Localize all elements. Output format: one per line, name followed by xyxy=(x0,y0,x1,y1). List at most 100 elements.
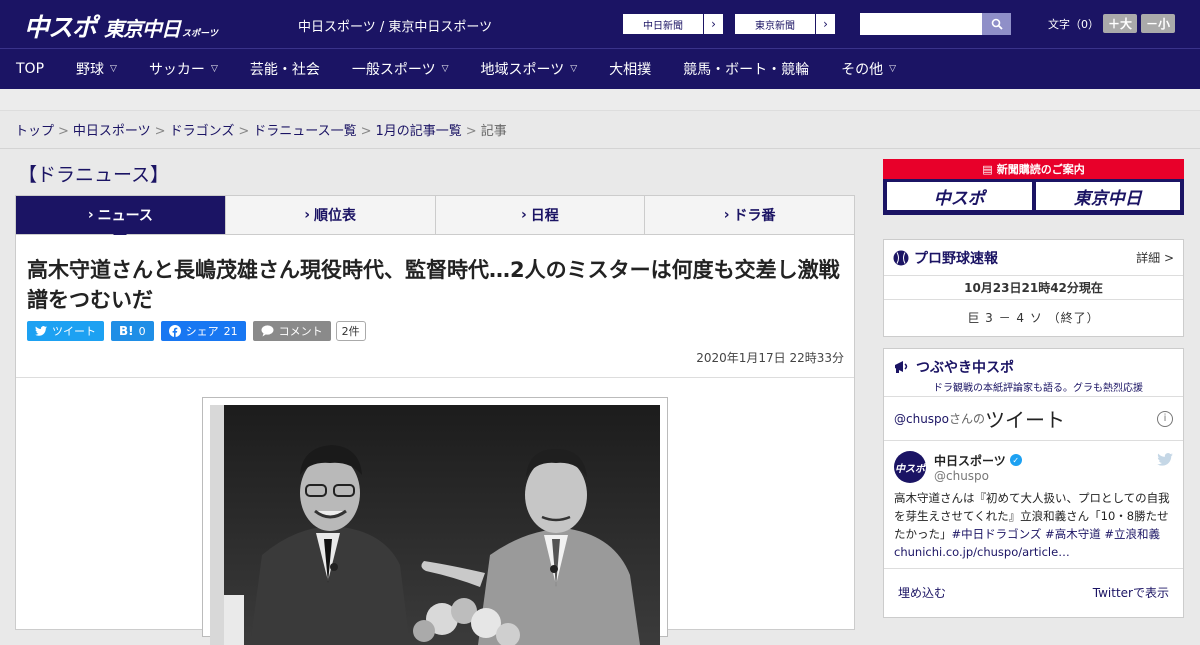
tab-label: 順位表 xyxy=(314,208,357,224)
chevron-right-icon: › xyxy=(87,207,94,223)
embed-link[interactable]: 埋め込む xyxy=(898,584,946,601)
nav-label: 地域スポーツ xyxy=(480,62,565,78)
view-on-twitter-link[interactable]: Twitterで表示 xyxy=(1093,584,1169,601)
breadcrumb-link[interactable]: トップ xyxy=(15,124,54,139)
tab-schedule[interactable]: › 日程 xyxy=(436,196,646,234)
twitter-widget-title-row: つぶやき中スポ xyxy=(893,357,1174,377)
hatena-bookmark-icon: B! xyxy=(119,324,134,338)
breadcrumb-current: 記事 xyxy=(480,124,507,139)
article: 高木守道さんと長嶋茂雄さん現役時代、監督時代…2人のミスターは何度も交差し激戦譜… xyxy=(15,235,855,645)
breadcrumb-separator: > xyxy=(360,124,372,139)
chevron-right-icon: › xyxy=(520,207,527,223)
facebook-share-count: 21 xyxy=(223,324,238,338)
chuspo-logo[interactable]: 中スポ xyxy=(887,182,1032,210)
nav-label: サッカー xyxy=(148,62,205,78)
chunichi-shimbun-button[interactable]: 中日新聞 › xyxy=(622,13,724,35)
baseball-title: プロ野球速報 xyxy=(914,250,998,267)
nav-item-sumo[interactable]: 大相撲 xyxy=(593,49,667,90)
tokyo-shimbun-button[interactable]: 東京新聞 › xyxy=(734,13,836,35)
breadcrumb-separator: > xyxy=(465,124,477,139)
tab-standings[interactable]: › 順位表 xyxy=(226,196,436,234)
nav-item-top[interactable]: TOP xyxy=(0,49,60,90)
tweet-user-info: 中日スポーツ ✓ @chuspo xyxy=(934,452,1022,483)
search-button[interactable] xyxy=(982,13,1011,35)
chunichi-shimbun-label: 中日新聞 xyxy=(643,20,683,32)
breadcrumb-separator: > xyxy=(58,124,69,139)
tweet-text: 高木守道さんは『初めて大人扱い、プロとしての自我を芽生えさせてくれた』立浪和義さ… xyxy=(894,489,1173,561)
nav-item-general-sports[interactable]: 一般スポーツ ▽ xyxy=(336,49,465,90)
chevron-right-icon: › xyxy=(815,14,835,34)
comment-button[interactable]: コメント xyxy=(252,321,331,341)
tokyo-chunichi-logo[interactable]: 東京中日 xyxy=(1035,182,1180,210)
facebook-icon xyxy=(168,325,181,337)
subscription-banner[interactable]: ▤ 新聞購読のご案内 中スポ 東京中日 xyxy=(883,159,1184,215)
chevron-down-icon: ▽ xyxy=(570,64,578,74)
breadcrumb-link[interactable]: 中日スポーツ xyxy=(73,124,151,139)
article-photo[interactable] xyxy=(210,405,660,645)
dragons-tabs: › ニュース › 順位表 › 日程 › ドラ番 xyxy=(15,195,855,241)
breadcrumb-link[interactable]: ドラゴンズ xyxy=(170,124,235,139)
baseball-header: プロ野球速報 詳細 > xyxy=(884,240,1183,276)
baseball-score[interactable]: 巨 3 － 4 ソ （終了） xyxy=(884,300,1183,336)
comment-label: コメント xyxy=(278,325,323,338)
search-input[interactable] xyxy=(860,13,982,35)
font-larger-button[interactable]: ＋大 xyxy=(1103,14,1138,33)
site-logo[interactable]: 中スポ 東京中日 スポーツ xyxy=(24,8,218,44)
tweets-by-header: @chuspo さんの ツイート i xyxy=(884,397,1183,441)
breadcrumb-link[interactable]: 1月の記事一覧 xyxy=(376,124,462,139)
nav-item-entertainment[interactable]: 芸能・社会 xyxy=(234,49,336,90)
font-size-control: 文字（0） ＋大 －小 xyxy=(1048,14,1176,33)
comment-bubble-icon xyxy=(261,325,274,337)
main-column: 【ドラニュース】 › ニュース › 順位表 › 日程 › ドラ番 高木守道さんと長嶋茂雄… xyxy=(15,150,855,645)
tweet-button[interactable]: ツイート xyxy=(27,321,104,341)
twitter-widget-header: つぶやき中スポ ドラ観戦の本紙評論家も語る。グラも熱烈応援 xyxy=(884,349,1183,397)
chevron-down-icon: ▽ xyxy=(210,64,218,74)
tweet-item[interactable]: 中スポ 中日スポーツ ✓ @chuspo 高木守道さんは『初めて大人扱い、プロと… xyxy=(884,441,1183,569)
font-size-label: 文字（0） xyxy=(1048,17,1099,31)
baseball-detail-link[interactable]: 詳細 > xyxy=(1136,249,1174,266)
chevron-right-icon: › xyxy=(703,14,723,34)
tweets-by-label: ツイート xyxy=(985,408,1066,432)
chevron-right-icon: › xyxy=(304,207,311,223)
nav-label: 競馬・ボート・競輪 xyxy=(683,62,810,78)
twitter-widget-title: つぶやき中スポ xyxy=(916,360,1014,376)
twitter-widget: つぶやき中スポ ドラ観戦の本紙評論家も語る。グラも熱烈応援 @chuspo さん… xyxy=(883,348,1184,618)
newspaper-icon: ▤ xyxy=(982,162,993,176)
verified-badge-icon: ✓ xyxy=(1009,454,1022,466)
twitter-bird-icon[interactable] xyxy=(1157,453,1173,466)
article-photo-frame xyxy=(202,397,668,645)
nav-item-baseball[interactable]: 野球 ▽ xyxy=(60,49,133,90)
tweets-by-handle[interactable]: @chuspo xyxy=(894,412,949,426)
breadcrumb: トップ > 中日スポーツ > ドラゴンズ > ドラニュース一覧 >1月の記事一覧 > 記事 xyxy=(15,120,507,139)
tab-dora-ban[interactable]: › ドラ番 xyxy=(645,196,854,234)
top-header: 中スポ 東京中日 スポーツ 中日スポーツ / 東京中日スポーツ 中日新聞 › 東… xyxy=(0,0,1200,48)
subscription-title-bar: ▤ 新聞購読のご案内 xyxy=(883,159,1184,179)
share-bar: ツイート B! 0 シェア 21 コメント 2件 xyxy=(27,321,366,341)
photo-two-men-on-stage xyxy=(210,405,660,645)
nav-item-racing[interactable]: 競馬・ボート・競輪 xyxy=(667,49,825,90)
info-icon[interactable]: i xyxy=(1157,410,1173,427)
avatar[interactable]: 中スポ xyxy=(894,451,926,483)
hatena-bookmark-button[interactable]: B! 0 xyxy=(111,321,154,341)
tweet-user-handle: @chuspo xyxy=(934,468,990,483)
nav-label: TOP xyxy=(16,61,45,77)
breadcrumb-link[interactable]: ドラニュース一覧 xyxy=(253,124,356,139)
facebook-share-label: シェア xyxy=(185,325,219,338)
chevron-down-icon: ▽ xyxy=(110,64,117,74)
nav-item-other[interactable]: その他 ▽ xyxy=(825,49,912,90)
nav-item-regional-sports[interactable]: 地域スポーツ ▽ xyxy=(465,49,594,90)
section-title: 【ドラニュース】 xyxy=(18,164,170,186)
font-smaller-button[interactable]: －小 xyxy=(1141,14,1176,33)
nav-item-soccer[interactable]: サッカー ▽ xyxy=(133,49,234,90)
breadcrumb-separator: > xyxy=(154,124,166,139)
article-date: 2020年1月17日 22時33分 xyxy=(696,351,844,365)
twitter-widget-subtitle: ドラ観戦の本紙評論家も語る。グラも熱烈応援 xyxy=(933,383,1143,394)
search-icon xyxy=(991,18,1003,30)
divider xyxy=(0,148,1200,149)
tweet-user-name[interactable]: 中日スポーツ xyxy=(934,452,1006,469)
subscription-title: 新聞購読のご案内 xyxy=(996,163,1085,176)
tab-news[interactable]: › ニュース xyxy=(16,196,226,241)
megaphone-icon xyxy=(895,361,908,373)
facebook-share-button[interactable]: シェア 21 xyxy=(160,321,246,341)
nav-label: 芸能・社会 xyxy=(249,62,320,78)
